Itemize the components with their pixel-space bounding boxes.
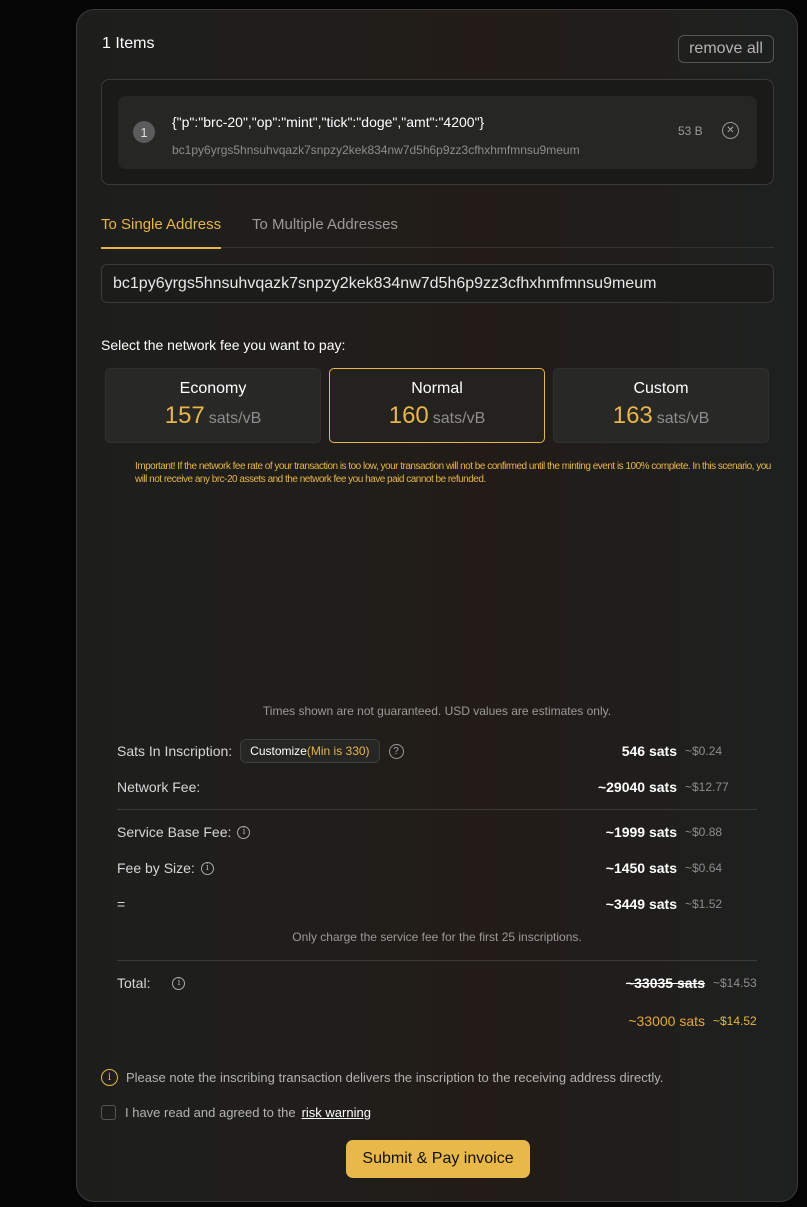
delivery-note: i Please note the inscribing transaction… — [101, 1069, 663, 1086]
divider — [117, 809, 757, 810]
fee-option-rate: 163 — [612, 402, 653, 429]
usd-value: ~$12.77 — [685, 780, 729, 794]
fee-option-rate: 157 — [164, 402, 205, 429]
agreement-text: I have read and agreed to the — [125, 1105, 296, 1120]
customize-min: (Min is 330) — [306, 744, 370, 758]
fee-select-label: Select the network fee you want to pay: — [101, 337, 346, 353]
divider — [117, 960, 757, 961]
usd-value: ~$0.64 — [685, 861, 723, 875]
fee-by-size-row: Fee by Size: i ~1450 sats ~$0.64 — [117, 856, 757, 880]
original-total-sats: ~33035 sats — [625, 975, 705, 991]
fee-option-name: Economy — [179, 380, 247, 397]
network-fee-row: Network Fee: ~29040 sats ~$12.77 — [117, 775, 757, 799]
delivery-note-text: Please note the inscribing transaction d… — [126, 1070, 664, 1085]
sats-value: ~3449 sats — [605, 896, 677, 912]
sats-value: ~29040 sats — [597, 779, 677, 795]
item-content: {"p":"brc-20","op":"mint","tick":"doge",… — [172, 114, 485, 130]
final-total-sats: ~33000 sats — [628, 1013, 705, 1029]
fee-option-rate: 160 — [388, 402, 429, 429]
item-address: bc1py6yrgs5hnsuhvqazk7snpzy2kek834nw7d5h… — [172, 143, 580, 157]
fee-option-unit: sats/vB — [432, 410, 486, 427]
info-icon[interactable]: i — [237, 825, 251, 839]
item-index-badge: 1 — [133, 121, 155, 143]
service-base-fee-label: Service Base Fee: — [117, 824, 232, 840]
receive-address-input[interactable] — [101, 264, 774, 303]
item-size: 53 B — [678, 124, 703, 138]
fee-option-unit: sats/vB — [208, 410, 262, 427]
usd-value: ~$0.88 — [685, 825, 723, 839]
total-row: Total: i ~33035 sats ~$14.53 — [117, 971, 757, 995]
service-fee-note: Only charge the service fee for the firs… — [292, 930, 582, 944]
sats-value: 546 sats — [621, 743, 677, 759]
sats-value: ~1450 sats — [605, 860, 677, 876]
help-icon[interactable]: ? — [388, 743, 404, 759]
fee-option-name: Normal — [411, 380, 463, 397]
service-base-fee-row: Service Base Fee: i ~1999 sats ~$0.88 — [117, 820, 757, 844]
fee-option-unit: sats/vB — [656, 410, 710, 427]
total-label: Total: — [117, 975, 151, 991]
customize-label: Customize — [250, 744, 307, 758]
risk-warning-link[interactable]: risk warning — [302, 1105, 371, 1120]
estimate-disclaimer: Times shown are not guaranteed. USD valu… — [262, 704, 612, 718]
service-subtotal-row: = ~3449 sats ~$1.52 — [117, 892, 757, 916]
risk-agreement: I have read and agreed to the risk warni… — [101, 1105, 371, 1120]
list-item: 1 {"p":"brc-20","op":"mint","tick":"doge… — [118, 96, 757, 169]
info-icon[interactable]: i — [172, 976, 186, 990]
info-icon[interactable]: i — [200, 861, 214, 875]
original-total-usd: ~$14.53 — [713, 976, 757, 990]
fee-by-size-label: Fee by Size: — [117, 860, 195, 876]
network-fee-label: Network Fee: — [117, 779, 201, 795]
info-icon: i — [101, 1069, 118, 1086]
tab-multiple-addresses[interactable]: To Multiple Addresses — [252, 216, 398, 247]
fee-option-name: Custom — [633, 380, 689, 397]
subtotal-label: = — [117, 896, 126, 912]
remove-all-button[interactable]: remove all — [678, 35, 774, 63]
fee-option-normal[interactable]: Normal 160 sats/vB — [329, 368, 545, 443]
sats-in-inscription-label: Sats In Inscription: — [117, 743, 233, 759]
usd-value: ~$0.24 — [685, 744, 723, 758]
usd-value: ~$1.52 — [685, 897, 723, 911]
items-count-title: 1 Items — [102, 35, 155, 52]
sats-value: ~1999 sats — [605, 824, 677, 840]
agree-checkbox[interactable] — [101, 1105, 116, 1120]
customize-button[interactable]: Customize (Min is 330) — [240, 739, 380, 763]
fee-option-custom[interactable]: Custom 163 sats/vB — [553, 368, 769, 443]
close-circle-icon[interactable]: ✕ — [722, 122, 739, 139]
address-tabs: To Single Address To Multiple Addresses — [101, 210, 774, 249]
final-total-usd: ~$14.52 — [713, 1014, 757, 1028]
submit-pay-invoice-button[interactable]: Submit & Pay invoice — [346, 1140, 530, 1178]
tab-single-address[interactable]: To Single Address — [101, 216, 222, 249]
items-list: 1 {"p":"brc-20","op":"mint","tick":"doge… — [101, 79, 774, 185]
fee-option-economy[interactable]: Economy 157 sats/vB — [105, 368, 321, 443]
inscribe-panel: 1 Items remove all 1 {"p":"brc-20","op":… — [76, 9, 798, 1202]
sats-in-inscription-row: Sats In Inscription: Customize (Min is 33… — [117, 739, 757, 763]
fee-warning: Important! If the network fee rate of yo… — [135, 461, 771, 485]
